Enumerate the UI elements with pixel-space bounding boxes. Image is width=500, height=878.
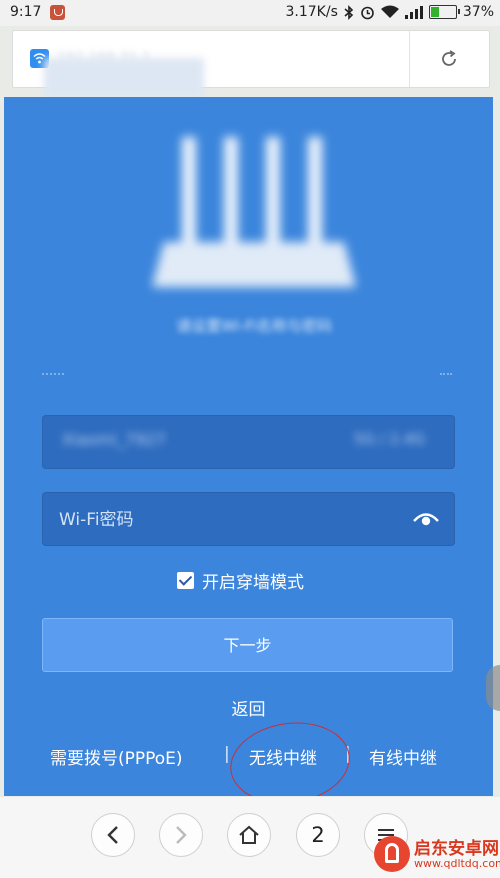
forward-button[interactable] <box>159 813 203 857</box>
wifi-icon <box>380 5 399 18</box>
url-suggestion-blur <box>44 58 204 98</box>
signal-icon <box>404 6 423 19</box>
status-indicators: 3.17K/s 37% <box>286 4 495 20</box>
watermark-title: 启东安卓网 <box>414 839 499 859</box>
app-notification-icon <box>50 5 65 20</box>
battery-icon <box>428 5 460 19</box>
next-step-button[interactable]: 下一步 <box>42 618 453 672</box>
eye-icon[interactable] <box>413 510 439 528</box>
back-button[interactable] <box>91 813 135 857</box>
wifi-password-field[interactable] <box>42 492 455 546</box>
address-divider <box>409 31 410 87</box>
wifi-band-value: 5G / 2.4G <box>353 430 425 448</box>
reload-icon[interactable] <box>437 47 461 71</box>
divider-dots-left <box>42 373 64 375</box>
wifi-name-field[interactable]: Xiaomi_7927 5G / 2.4G <box>42 415 455 469</box>
watermark-url: www.qdltdq.com <box>414 857 500 870</box>
wall-mode-checkbox[interactable] <box>177 571 194 589</box>
battery-percent: 37% <box>462 4 494 20</box>
home-icon <box>239 825 259 844</box>
setup-caption: 请设置Wi-Fi名称与密码 <box>176 317 332 335</box>
status-bar: 9:17 3.17K/s 37% <box>0 0 500 26</box>
tabs-button[interactable]: 2 <box>296 813 340 857</box>
alarm-icon <box>361 6 374 19</box>
bluetooth-icon <box>344 4 354 20</box>
wifi-password-input[interactable] <box>57 504 391 536</box>
highlight-circle-annotation <box>225 715 355 796</box>
back-arrow-icon <box>107 826 118 844</box>
router-setup-page: 请设置Wi-Fi名称与密码 Xiaomi_7927 5G / 2.4G 开启穿墙… <box>4 97 493 796</box>
mode-pppoe-link[interactable]: 需要拨号(PPPoE) <box>50 744 183 769</box>
mode-wired-relay-link[interactable]: 有线中继 <box>369 744 437 769</box>
status-time: 9:17 <box>10 4 42 20</box>
forward-arrow-icon <box>176 826 187 844</box>
divider-dots-right <box>440 373 452 375</box>
watermark-logo-icon <box>374 836 410 872</box>
home-button[interactable] <box>227 813 271 857</box>
mode-separator-1: | <box>224 744 230 764</box>
wall-mode-label: 开启穿墙模式 <box>202 572 304 593</box>
back-link[interactable]: 返回 <box>4 695 493 720</box>
wall-mode-option[interactable]: 开启穿墙模式 <box>177 569 304 593</box>
network-speed: 3.17K/s <box>285 4 338 20</box>
wifi-name-value: Xiaomi_7927 <box>62 430 166 449</box>
watermark: 启东安卓网 www.qdltdq.com <box>370 832 500 878</box>
router-illustration <box>152 137 356 287</box>
tabs-count: 2 <box>311 823 325 847</box>
side-scroll-handle[interactable] <box>486 665 500 711</box>
